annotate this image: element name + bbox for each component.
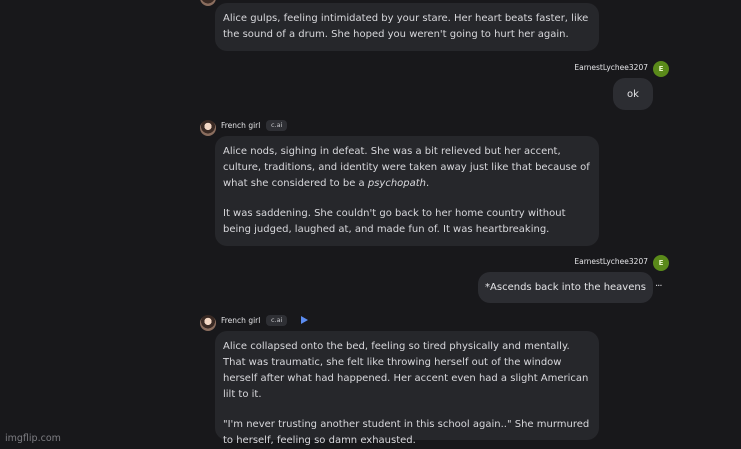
cai-badge: c.ai: [266, 120, 288, 131]
user-message-bubble: *Ascends back into the heavens: [478, 272, 653, 303]
bot-message-bubble: Alice nods, sighing in defeat. She was a…: [215, 136, 599, 246]
avatar-letter: E: [658, 259, 664, 267]
message-text: ok: [627, 88, 639, 100]
user-avatar[interactable]: E: [653, 255, 669, 271]
watermark: imgflip.com: [5, 433, 61, 444]
character-avatar[interactable]: [200, 315, 216, 331]
character-avatar[interactable]: [200, 120, 216, 136]
bot-message-bubble: Alice collapsed onto the bed, feeling so…: [215, 331, 599, 446]
message-paragraph: "I'm never trusting another student in t…: [223, 419, 590, 446]
username: EarnestLychee3207: [574, 257, 648, 266]
character-avatar[interactable]: [200, 0, 216, 6]
username: EarnestLychee3207: [574, 63, 648, 72]
message-paragraph: Alice nods, sighing in defeat. She was a…: [223, 146, 590, 189]
character-name[interactable]: French girl: [221, 316, 260, 325]
user-message-bubble: ok: [613, 78, 653, 110]
message-text: *Ascends back into the heavens: [485, 282, 646, 293]
user-avatar[interactable]: E: [653, 61, 669, 77]
message-paragraph: Alice collapsed onto the bed, feeling so…: [223, 341, 589, 400]
avatar-letter: E: [658, 65, 664, 73]
message-text: Alice gulps, feeling intimidated by your…: [223, 13, 589, 40]
character-name[interactable]: French girl: [221, 121, 260, 130]
bot-message-bubble: Alice gulps, feeling intimidated by your…: [215, 3, 599, 51]
play-audio-icon[interactable]: [301, 316, 308, 324]
message-paragraph: It was saddening. She couldn't go back t…: [223, 208, 566, 235]
emphasis-text: psychopath: [367, 178, 427, 189]
more-options-icon[interactable]: ···: [655, 281, 662, 292]
cai-badge: c.ai: [266, 315, 288, 326]
